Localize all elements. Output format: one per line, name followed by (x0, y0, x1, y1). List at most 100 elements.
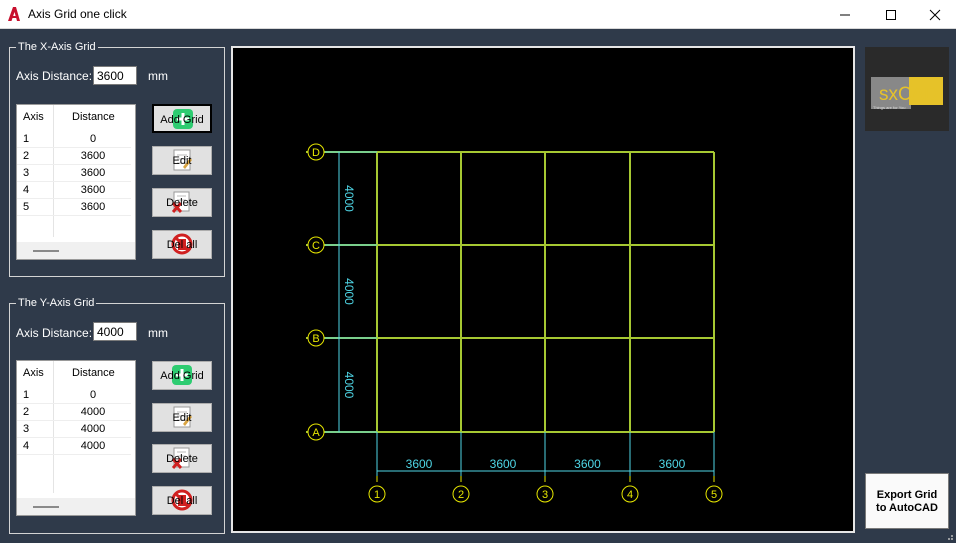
x-dimension-text: 3600 (659, 457, 686, 471)
y-axis-label: D (312, 147, 320, 159)
y-delete-button[interactable]: Delete (152, 444, 212, 473)
y-axis-label: A (312, 427, 320, 439)
column-header-distance[interactable]: Distance (72, 111, 115, 123)
autocad-a-icon (8, 7, 20, 21)
list-item[interactable]: 4 4000 (17, 438, 131, 455)
export-to-autocad-button[interactable]: Export Grid to AutoCAD (865, 473, 949, 529)
x-delete-button[interactable]: Delete (152, 188, 212, 217)
y-list-header: Axis Distance (17, 361, 135, 383)
export-label-line2: to AutoCAD (876, 502, 938, 514)
y-axis-label: C (312, 240, 320, 252)
distance-cell: 0 (89, 133, 97, 145)
list-item[interactable]: 2 4000 (17, 404, 131, 421)
y-edit-button[interactable]: Edit (152, 403, 212, 432)
x-axis-label: 5 (711, 489, 717, 501)
scrollbar-thumb[interactable] (33, 250, 59, 252)
resize-grip-icon[interactable] (944, 531, 954, 541)
y-axis-group-legend: The Y-Axis Grid (16, 296, 97, 310)
x-axis-label: 4 (627, 489, 633, 501)
axis-cell: 3 (23, 167, 30, 179)
x-add-grid-button[interactable]: Add Grid (152, 104, 212, 133)
x-edit-label: Edit (172, 155, 192, 167)
export-label-line1: Export Grid (876, 489, 938, 501)
distance-cell: 0 (89, 389, 97, 401)
x-dimension-text: 3600 (490, 457, 517, 471)
x-axis-group: The X-Axis Grid Axis Distance: mm Axis D… (9, 40, 225, 277)
y-dimension-text: 4000 (342, 372, 356, 399)
x-axis-label: 1 (374, 489, 380, 501)
y-delete-all-label: Del all (166, 495, 198, 507)
close-button[interactable] (912, 0, 956, 29)
y-add-grid-button[interactable]: Add Grid (152, 361, 212, 390)
y-edit-label: Edit (172, 412, 192, 424)
axis-cell: 2 (23, 150, 30, 162)
grid-drawing: 1 2 3 4 5 3600 3600 3600 3600 A B C D 4000 4000 4000 (306, 143, 723, 503)
axis-cell: 5 (23, 201, 30, 213)
window-title: Axis Grid one click (28, 7, 127, 21)
y-dimension-text: 4000 (342, 185, 356, 212)
logo-graphic: sxCAD Things are for You (871, 77, 943, 110)
axis-cell: 4 (23, 184, 30, 196)
distance-cell: 3600 (80, 201, 106, 213)
distance-cell: 4000 (80, 440, 106, 452)
y-axis-list[interactable]: Axis Distance 10 2 4000 3 4000 4 4000 (16, 360, 136, 516)
x-dimension-text: 3600 (406, 457, 433, 471)
logo-text: sxCAD (879, 84, 938, 105)
x-distance-label: Axis Distance: (16, 69, 93, 83)
title-bar: Axis Grid one click (0, 0, 956, 29)
y-axis-group: The Y-Axis Grid Axis Distance: mm Axis D… (9, 296, 225, 534)
horizontal-scrollbar[interactable] (17, 498, 135, 515)
column-header-distance[interactable]: Distance (72, 367, 115, 379)
x-list-header: Axis Distance (17, 105, 135, 127)
y-distance-label: Axis Distance: (16, 326, 93, 340)
minimize-button[interactable] (822, 0, 868, 29)
list-item[interactable]: 3 4000 (17, 421, 131, 438)
distance-cell: 4000 (80, 406, 106, 418)
axis-cell: 1 (23, 133, 30, 145)
x-delete-all-button[interactable]: Del all (152, 230, 212, 259)
grid-preview-canvas[interactable]: 1 2 3 4 5 3600 3600 3600 3600 A B C D 4000 4000 4000 (231, 46, 855, 533)
distance-cell: 4000 (80, 423, 106, 435)
axis-cell: 4 (23, 440, 30, 452)
y-delete-label: Delete (166, 453, 198, 465)
x-distance-input[interactable] (93, 66, 137, 85)
distance-cell: 3600 (80, 184, 106, 196)
x-dimension-text: 3600 (574, 457, 601, 471)
close-icon (929, 9, 941, 21)
column-header-axis[interactable]: Axis (23, 367, 44, 379)
x-axis-label: 3 (542, 489, 548, 501)
y-dimension-text: 4000 (342, 278, 356, 305)
x-unit-label: mm (148, 69, 168, 83)
list-item[interactable]: 10 (17, 131, 131, 148)
axis-cell: 2 (23, 406, 30, 418)
sxcad-logo: sxCAD Things are for You (865, 47, 949, 131)
x-axis-label: 2 (458, 489, 464, 501)
list-item[interactable]: 10 (17, 387, 131, 404)
y-axis-label: B (312, 333, 319, 345)
minimize-icon (840, 14, 850, 16)
x-edit-button[interactable]: Edit (152, 146, 212, 175)
axis-cell: 1 (23, 389, 30, 401)
y-add-grid-label: Add Grid (160, 370, 204, 382)
y-delete-all-button[interactable]: Del all (152, 486, 212, 515)
horizontal-scrollbar[interactable] (17, 242, 135, 259)
distance-cell: 3600 (80, 167, 106, 179)
y-distance-input[interactable] (93, 322, 137, 341)
list-item[interactable]: 4 3600 (17, 182, 131, 199)
x-axis-group-legend: The X-Axis Grid (16, 40, 98, 54)
list-item[interactable]: 2 3600 (17, 148, 131, 165)
axis-cell: 3 (23, 423, 30, 435)
x-axis-list[interactable]: Axis Distance 10 2 3600 3 3600 4 3600 5 3600 (16, 104, 136, 260)
x-add-grid-label: Add Grid (160, 114, 204, 126)
x-delete-label: Delete (166, 197, 198, 209)
y-unit-label: mm (148, 326, 168, 340)
x-delete-all-label: Del all (166, 239, 198, 251)
list-item[interactable]: 5 3600 (17, 199, 131, 216)
scrollbar-thumb[interactable] (33, 506, 59, 508)
maximize-icon (886, 10, 896, 20)
maximize-button[interactable] (868, 0, 914, 29)
list-item[interactable]: 3 3600 (17, 165, 131, 182)
distance-cell: 3600 (80, 150, 106, 162)
column-header-axis[interactable]: Axis (23, 111, 44, 123)
logo-tagline: Things are for You (873, 105, 905, 110)
